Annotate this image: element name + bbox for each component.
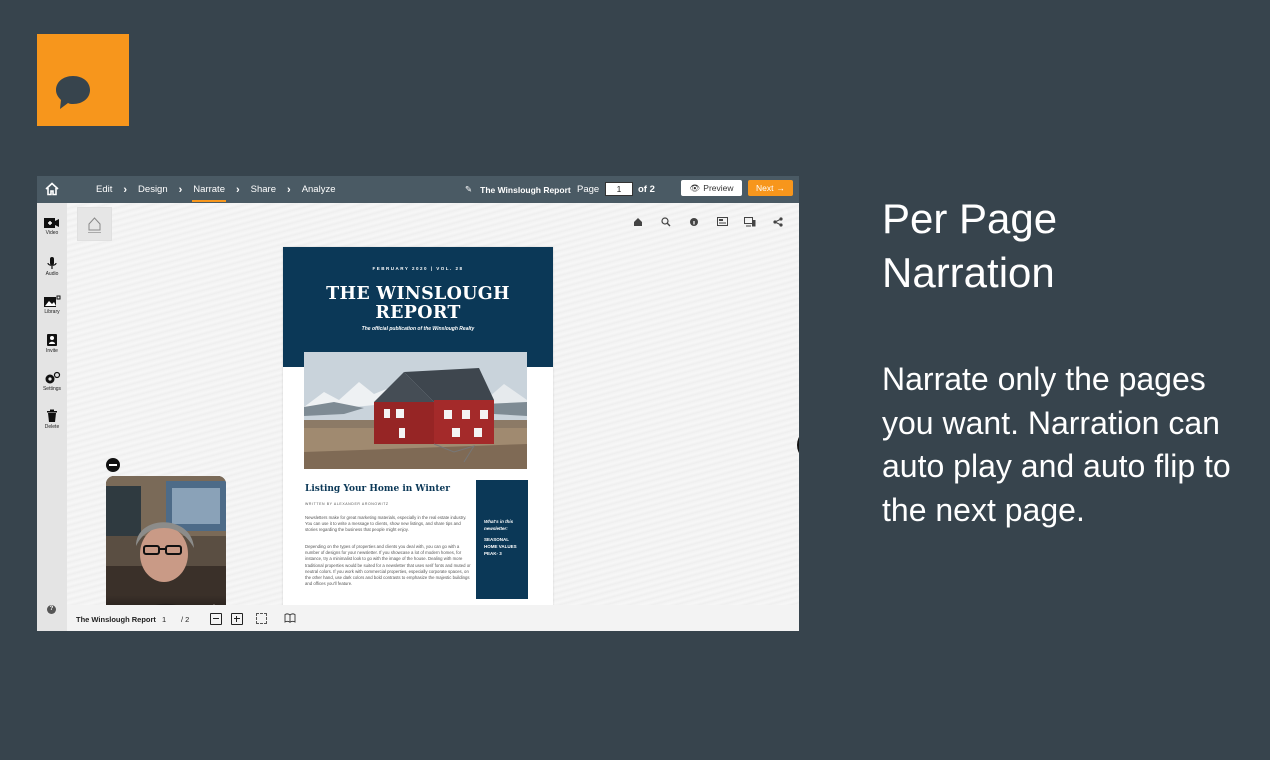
page-total: of 2 [638, 184, 655, 195]
arrow-right-icon: → [776, 183, 785, 193]
home-icon[interactable] [44, 181, 60, 197]
feature-description: Narrate only the pages you want. Narrati… [882, 361, 1231, 528]
viewer-toolbar [624, 217, 799, 227]
issue-date: FEBRUARY 2020 | VOL. 28 [372, 266, 464, 271]
page-thumbnail[interactable] [77, 207, 112, 241]
newsletter-page[interactable]: FEBRUARY 2020 | VOL. 28 THE WINSLOUGH RE… [283, 247, 553, 607]
house-logo-icon [88, 217, 101, 233]
invite-icon [47, 334, 57, 346]
page-label: Page [577, 184, 600, 195]
chevron-right-icon: › [178, 183, 183, 196]
devices-icon[interactable] [736, 217, 764, 227]
article-paragraph-2: Depending on the types of properties and… [305, 544, 471, 587]
book-canvas: FEBRUARY 2020 | VOL. 28 THE WINSLOUGH RE… [67, 203, 799, 631]
headline-line-2: Narration [882, 249, 1055, 296]
sidebar-item-library[interactable]: Library [37, 295, 67, 315]
step-share[interactable]: Share [245, 184, 282, 195]
chevron-right-icon: › [123, 183, 128, 196]
sidebar-item-video[interactable]: Video [37, 217, 67, 236]
next-page-button[interactable] [797, 428, 799, 462]
sidebar-item-label: Library [44, 309, 60, 315]
next-button[interactable]: Next → [748, 180, 793, 196]
sidebar-item-label: Settings [42, 386, 62, 392]
article-title: Listing Your Home in Winter [305, 484, 450, 494]
info-icon[interactable] [680, 217, 708, 227]
microphone-icon [47, 257, 57, 269]
title-line-2: REPORT [375, 303, 461, 323]
pencil-icon[interactable]: ✎ [465, 184, 472, 195]
sidebox-question-line-1: What's in this [484, 519, 514, 524]
step-design[interactable]: Design [132, 184, 174, 195]
gear-icon [45, 371, 61, 384]
home-icon[interactable] [624, 217, 652, 227]
sidebar-item-label: Audio [45, 271, 59, 277]
workflow-steps: Edit › Design › Narrate › Share › Analyz… [90, 176, 342, 203]
left-sidebar: Video Audio Library Invite Settings Dele… [37, 203, 67, 631]
search-icon[interactable] [652, 217, 680, 227]
article-byline: WRITTEN BY ALEXANDER ARONOWITZ [305, 502, 389, 506]
article-paragraph-1: Newsletters make for great marketing mat… [305, 515, 467, 533]
bottom-page-number[interactable]: 1 [162, 615, 166, 624]
preview-label: Preview [703, 183, 734, 193]
editor-window: Edit › Design › Narrate › Share › Analyz… [37, 176, 799, 631]
house-photo [304, 352, 527, 469]
sidebox-line-3: PEAK- 3 [484, 551, 502, 556]
newsletter-masthead: FEBRUARY 2020 | VOL. 28 THE WINSLOUGH RE… [283, 247, 553, 367]
bottom-toolbar: The Winslough Report 1 / 2 [67, 605, 799, 631]
sidebar-item-invite[interactable]: Invite [37, 333, 67, 354]
close-video-button[interactable] [106, 458, 120, 472]
eye-icon: 👁 [689, 182, 701, 193]
step-edit[interactable]: Edit [90, 184, 118, 195]
document-title[interactable]: ✎ The Winslough Report [465, 176, 571, 203]
brand-logo [37, 34, 129, 126]
sidebar-item-audio[interactable]: Audio [37, 256, 67, 277]
contents-icon[interactable] [708, 217, 736, 227]
preview-button[interactable]: 👁 Preview [681, 180, 742, 196]
step-narrate[interactable]: Narrate [187, 184, 231, 202]
share-icon[interactable] [764, 217, 792, 227]
page-number-input[interactable]: 1 [605, 182, 633, 196]
sidebox-question-line-2: newsletter: [484, 526, 508, 531]
newsletter-subtitle: The official publication of the Winsloug… [361, 326, 475, 332]
book-icon[interactable] [284, 613, 296, 623]
zoom-out-icon[interactable] [210, 613, 222, 625]
chevron-right-icon: › [287, 183, 291, 196]
title-line-1: THE WINSLOUGH [326, 284, 510, 304]
newsletter-sidebox: What's in this newsletter: SEASONAL HOME… [476, 480, 528, 599]
download-icon[interactable] [792, 217, 799, 227]
help-button[interactable]: ? [47, 605, 56, 614]
sidebar-item-label: Video [45, 230, 59, 236]
chat-bubble-icon [56, 76, 90, 109]
fullscreen-icon[interactable] [256, 613, 267, 624]
trash-icon [47, 409, 57, 422]
sidebar-item-label: Invite [46, 348, 58, 354]
sidebox-question: What's in this newsletter: [484, 518, 521, 532]
arrow-right-icon [797, 428, 799, 462]
next-label: Next [756, 183, 774, 193]
video-add-icon [44, 218, 59, 228]
sidebar-item-delete[interactable]: Delete [37, 409, 67, 430]
document-title-text: The Winslough Report [480, 184, 571, 195]
top-navigation-bar: Edit › Design › Narrate › Share › Analyz… [37, 176, 799, 203]
headline-line-1: Per Page [882, 195, 1058, 242]
bottom-page-total: / 2 [181, 615, 190, 624]
sidebox-line-1: SEASONAL [484, 537, 510, 542]
chevron-right-icon: › [235, 183, 240, 196]
sidebox-line-2: HOME VALUES [484, 544, 517, 549]
feature-headline: Per Page Narration [882, 192, 1242, 300]
newsletter-title: THE WINSLOUGH REPORT [283, 285, 553, 323]
bottom-doc-title: The Winslough Report [76, 615, 156, 624]
sidebar-item-label: Delete [44, 424, 60, 430]
sidebar-item-settings[interactable]: Settings [37, 371, 67, 392]
library-icon [44, 295, 61, 307]
zoom-in-icon[interactable] [231, 613, 243, 625]
step-analyze[interactable]: Analyze [296, 184, 342, 195]
